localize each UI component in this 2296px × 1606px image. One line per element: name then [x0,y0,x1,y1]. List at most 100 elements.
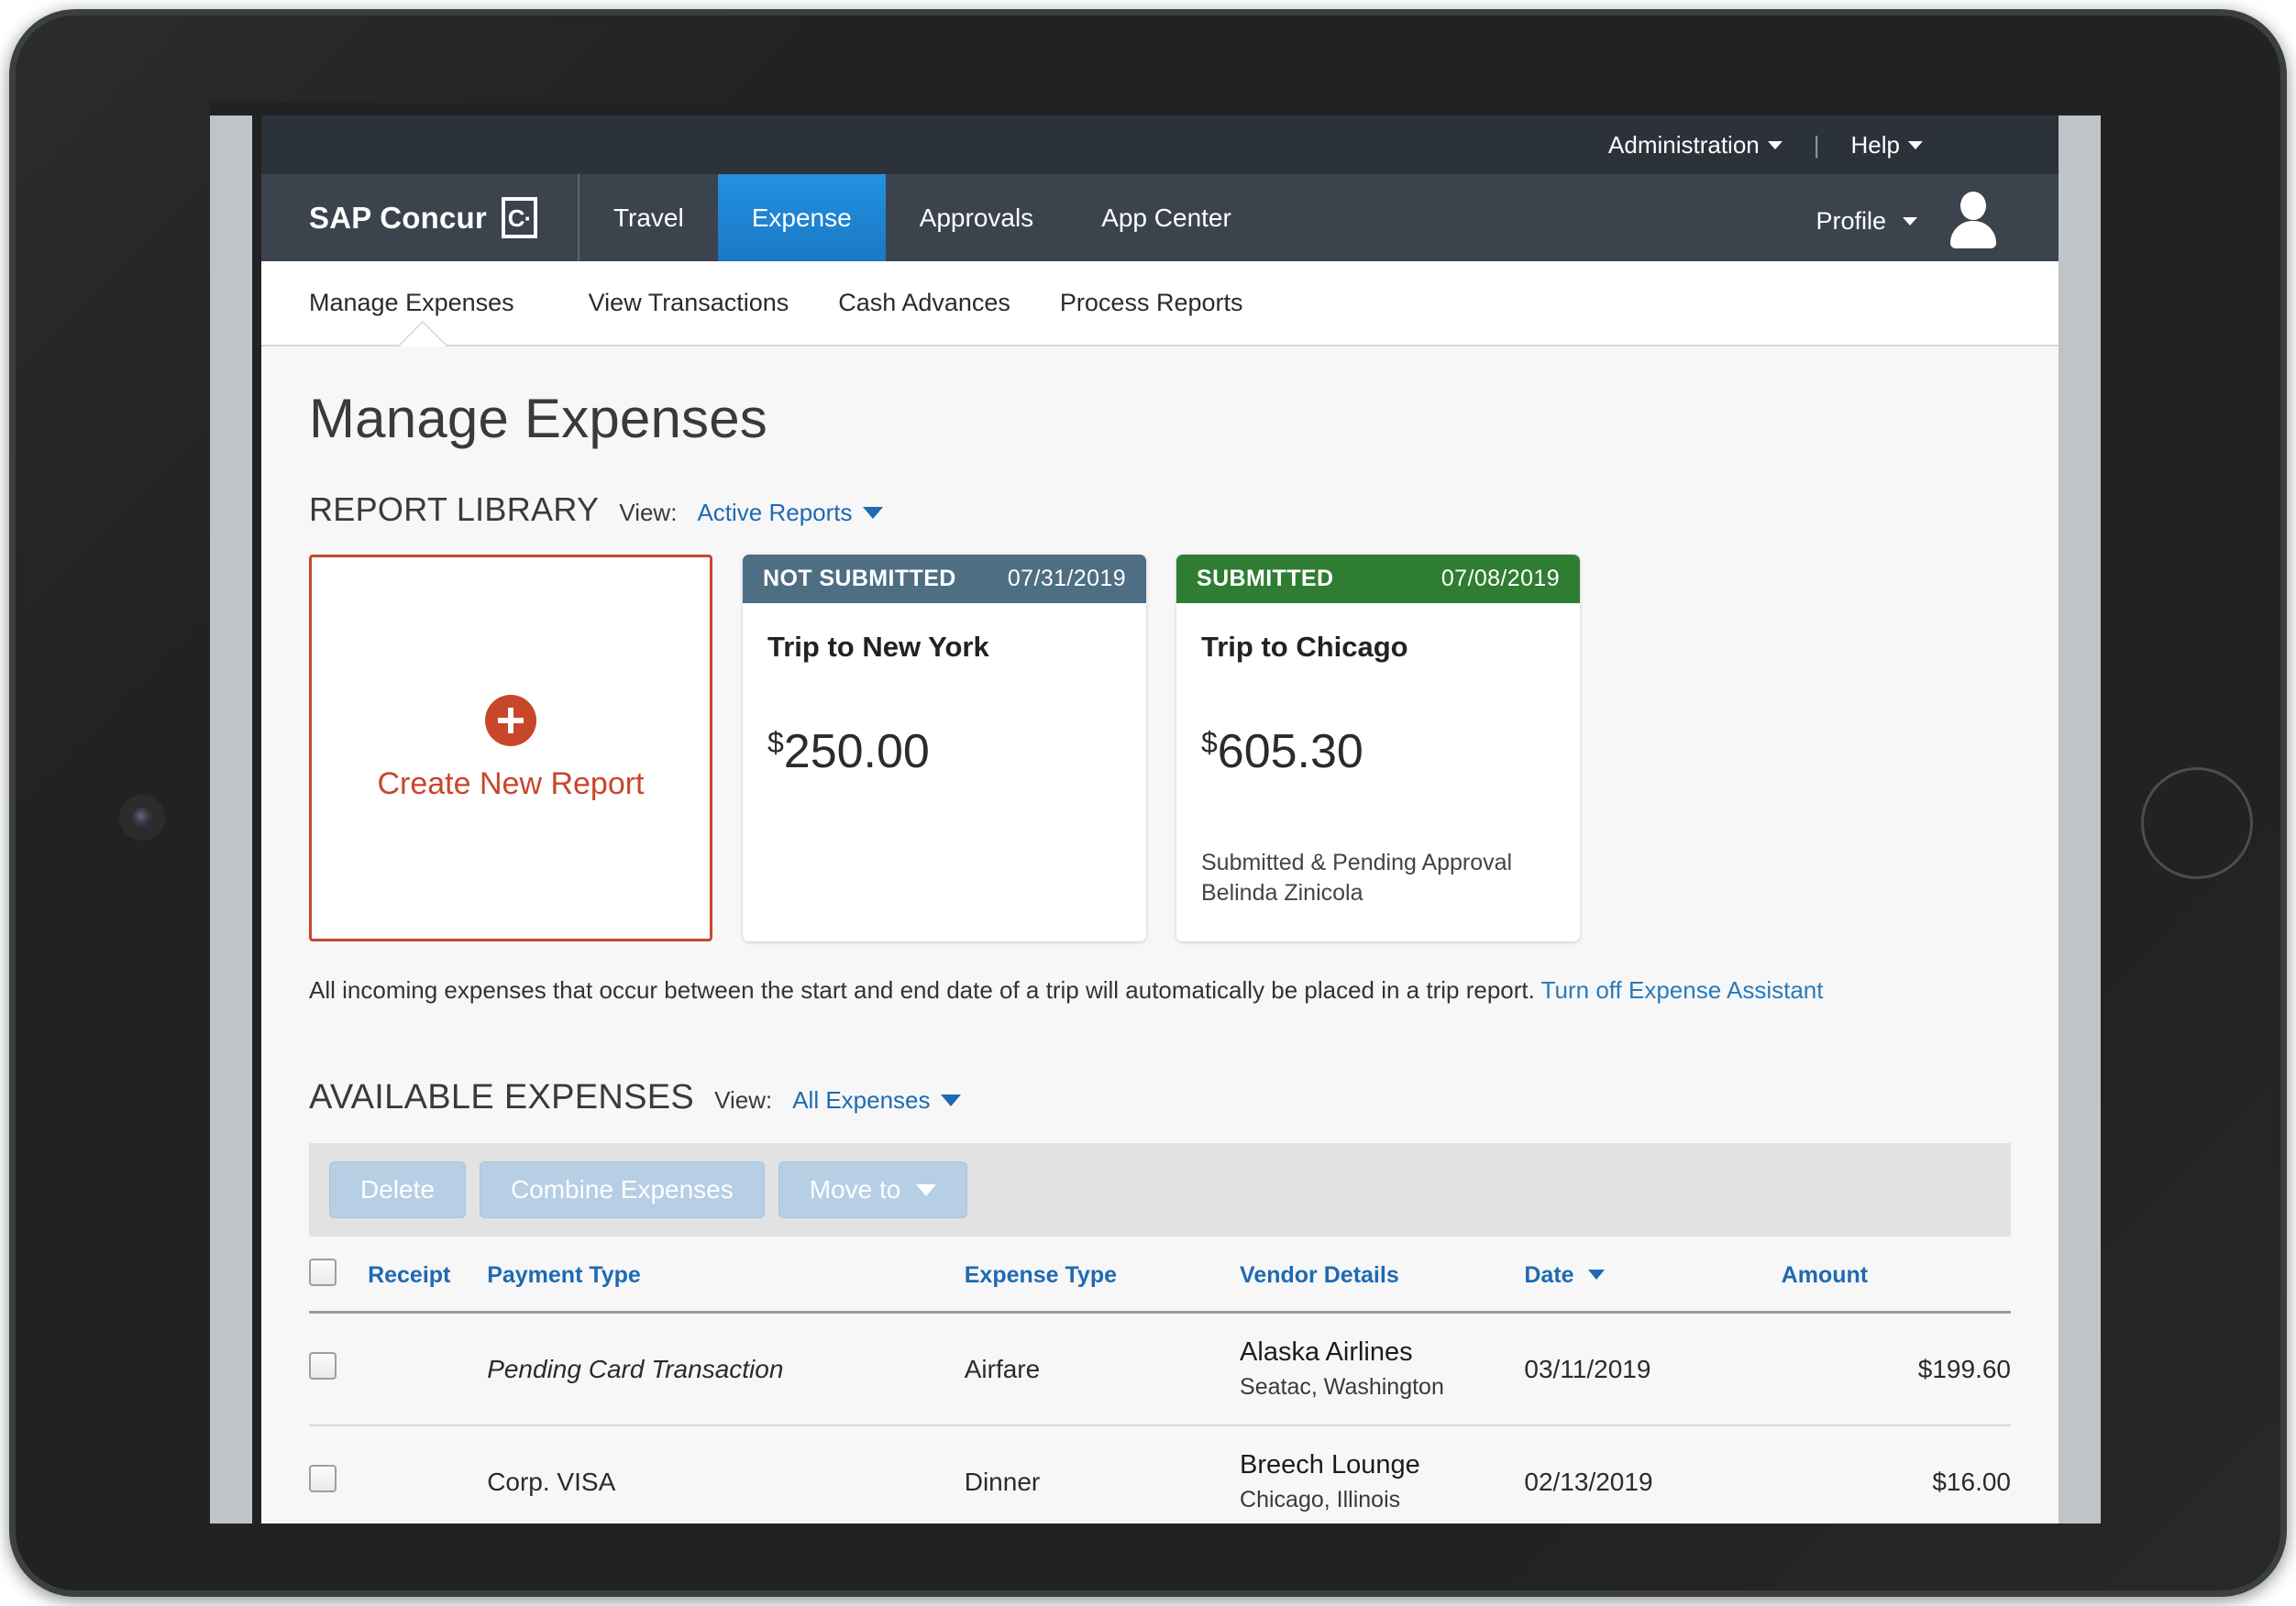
chevron-down-icon [916,1183,937,1196]
row-date: 03/11/2019 [1524,1312,1782,1426]
report-card-date: 07/08/2019 [1441,566,1560,591]
turn-off-expense-assistant-link[interactable]: Turn off Expense Assistant [1541,976,1824,1004]
combine-expenses-button[interactable]: Combine Expenses [479,1161,765,1218]
concur-mark-icon: C· [501,197,537,238]
avatar-body [1950,221,1996,248]
currency-symbol: $ [1201,726,1218,759]
report-card-note: Submitted & Pending Approval Belinda Zin… [1201,848,1512,908]
available-expenses-view-value: All Expenses [792,1086,931,1114]
row-vendor-name: Alaska Airlines [1240,1337,1413,1367]
amount-value: 250.00 [783,725,930,778]
available-expenses-view-label: View: [714,1086,773,1114]
chevron-down-icon [1908,140,1923,149]
report-card-amount: $250.00 [767,724,1121,779]
sub-navigation-bar: Manage Expenses View Transactions Cash A… [261,261,2059,346]
browser-page: Administration | Help SAP Concur C· Trav… [261,116,2059,1524]
report-cards: Create New Report NOT SUBMITTED 07/31/20… [309,555,2011,941]
sidebar-item-manage-expenses[interactable]: Manage Expenses [309,289,539,317]
sidebar-item-cash-advances[interactable]: Cash Advances [813,289,1035,317]
row-vendor-details: Alaska Airlines Seatac, Washington [1240,1312,1525,1426]
nav-item-expense[interactable]: Expense [717,174,886,261]
admin-bar: Administration | Help [261,116,2059,174]
admin-separator: | [1813,130,1820,159]
sap-concur-logo[interactable]: SAP Concur C· [261,174,578,261]
available-expenses-header: AVAILABLE EXPENSES View: All Expenses [309,1078,2011,1117]
row-select-cell [309,1312,369,1426]
report-card-amount: $605.30 [1201,724,1555,779]
report-card-status-header: NOT SUBMITTED 07/31/2019 [743,555,1146,603]
select-all-checkbox[interactable] [309,1259,337,1286]
row-checkbox[interactable] [309,1465,337,1492]
profile-label: Profile [1816,207,1886,235]
nav-item-approvals[interactable]: Approvals [886,174,1068,261]
expense-assistant-message: All incoming expenses that occur between… [309,976,2011,1005]
help-menu[interactable]: Help [1851,131,1923,160]
column-header-receipt[interactable]: Receipt [368,1237,488,1314]
report-card-not-submitted[interactable]: NOT SUBMITTED 07/31/2019 Trip to New Yor… [743,555,1146,941]
table-row[interactable]: Pending Card Transaction Airfare Alaska … [309,1312,2011,1426]
chevron-down-icon [862,507,883,519]
column-header-amount[interactable]: Amount [1781,1237,2011,1314]
nav-items: Travel Expense Approvals App Center [580,174,1265,261]
available-expenses-view-select[interactable]: All Expenses [792,1086,961,1115]
avatar-head [1960,192,1986,220]
nav-right-group: Profile [1816,174,2059,261]
row-amount: $16.00 [1781,1425,2011,1524]
row-payment-type: Corp. VISA [487,1425,965,1524]
column-header-date[interactable]: Date [1524,1237,1782,1314]
row-vendor-details: Breech Lounge Chicago, Illinois [1240,1425,1525,1524]
row-amount: $199.60 [1781,1312,2011,1426]
column-header-vendor-details[interactable]: Vendor Details [1240,1237,1525,1314]
sidebar-item-process-reports[interactable]: Process Reports [1035,289,1268,317]
nav-item-travel[interactable]: Travel [580,174,718,261]
row-receipt-cell [368,1312,488,1426]
table-header-row: Receipt Payment Type Expense Type Vendor… [309,1237,2011,1314]
report-library-view-select[interactable]: Active Reports [697,499,883,527]
main-navigation-bar: SAP Concur C· Travel Expense Approvals A… [261,174,2059,261]
avatar[interactable] [1945,190,2002,248]
tablet-screen: Administration | Help SAP Concur C· Trav… [210,103,2101,1524]
report-card-status-header: SUBMITTED 07/08/2019 [1176,555,1580,603]
available-expenses-title: AVAILABLE EXPENSES [309,1078,695,1116]
table-row[interactable]: Corp. VISA Dinner Breech Lounge Chicago,… [309,1425,2011,1524]
active-tab-indicator [399,323,447,346]
column-header-payment-type[interactable]: Payment Type [487,1237,965,1314]
create-new-report-card[interactable]: Create New Report [309,555,712,941]
sort-descending-icon [1587,1270,1605,1280]
status-badge: SUBMITTED [1197,566,1334,591]
chevron-down-icon [1903,217,1917,226]
report-card-note-status: Submitted & Pending Approval [1201,850,1513,875]
row-checkbox[interactable] [309,1352,337,1380]
row-vendor-location: Chicago, Illinois [1240,1487,1401,1512]
nav-item-app-center[interactable]: App Center [1067,174,1265,261]
column-header-expense-type[interactable]: Expense Type [964,1237,1241,1314]
delete-button[interactable]: Delete [329,1161,466,1218]
row-select-cell [309,1425,369,1524]
report-library-header: REPORT LIBRARY View: Active Reports [309,490,2011,529]
profile-menu[interactable]: Profile [1816,207,1917,250]
left-scrollbar[interactable] [210,116,252,1524]
administration-menu[interactable]: Administration [1608,131,1783,160]
row-vendor-name: Breech Lounge [1240,1450,1420,1480]
report-card-name: Trip to Chicago [1201,631,1408,663]
status-badge: NOT SUBMITTED [763,566,956,591]
report-library-view-value: Active Reports [697,499,853,526]
row-receipt-cell [368,1425,488,1524]
available-expenses-table: Receipt Payment Type Expense Type Vendor… [309,1237,2011,1524]
sidebar-item-view-transactions[interactable]: View Transactions [564,289,814,317]
administration-label: Administration [1608,130,1760,159]
brand-name: SAP Concur [309,200,487,235]
move-to-label: Move to [809,1175,901,1204]
right-scrollbar[interactable] [2059,116,2101,1524]
report-card-submitted[interactable]: SUBMITTED 07/08/2019 Trip to Chicago $60… [1176,555,1580,941]
home-button[interactable] [2141,767,2253,879]
report-card-date: 07/31/2019 [1007,566,1126,591]
row-expense-type: Dinner [964,1425,1241,1524]
chevron-down-icon [940,1094,961,1106]
column-header-date-label: Date [1524,1262,1574,1288]
report-card-body: Trip to New York $250.00 [743,603,1146,941]
row-expense-type: Airfare [964,1312,1241,1426]
plus-icon [485,694,536,746]
tablet-device: Administration | Help SAP Concur C· Trav… [9,9,2287,1597]
move-to-button[interactable]: Move to [778,1161,968,1218]
